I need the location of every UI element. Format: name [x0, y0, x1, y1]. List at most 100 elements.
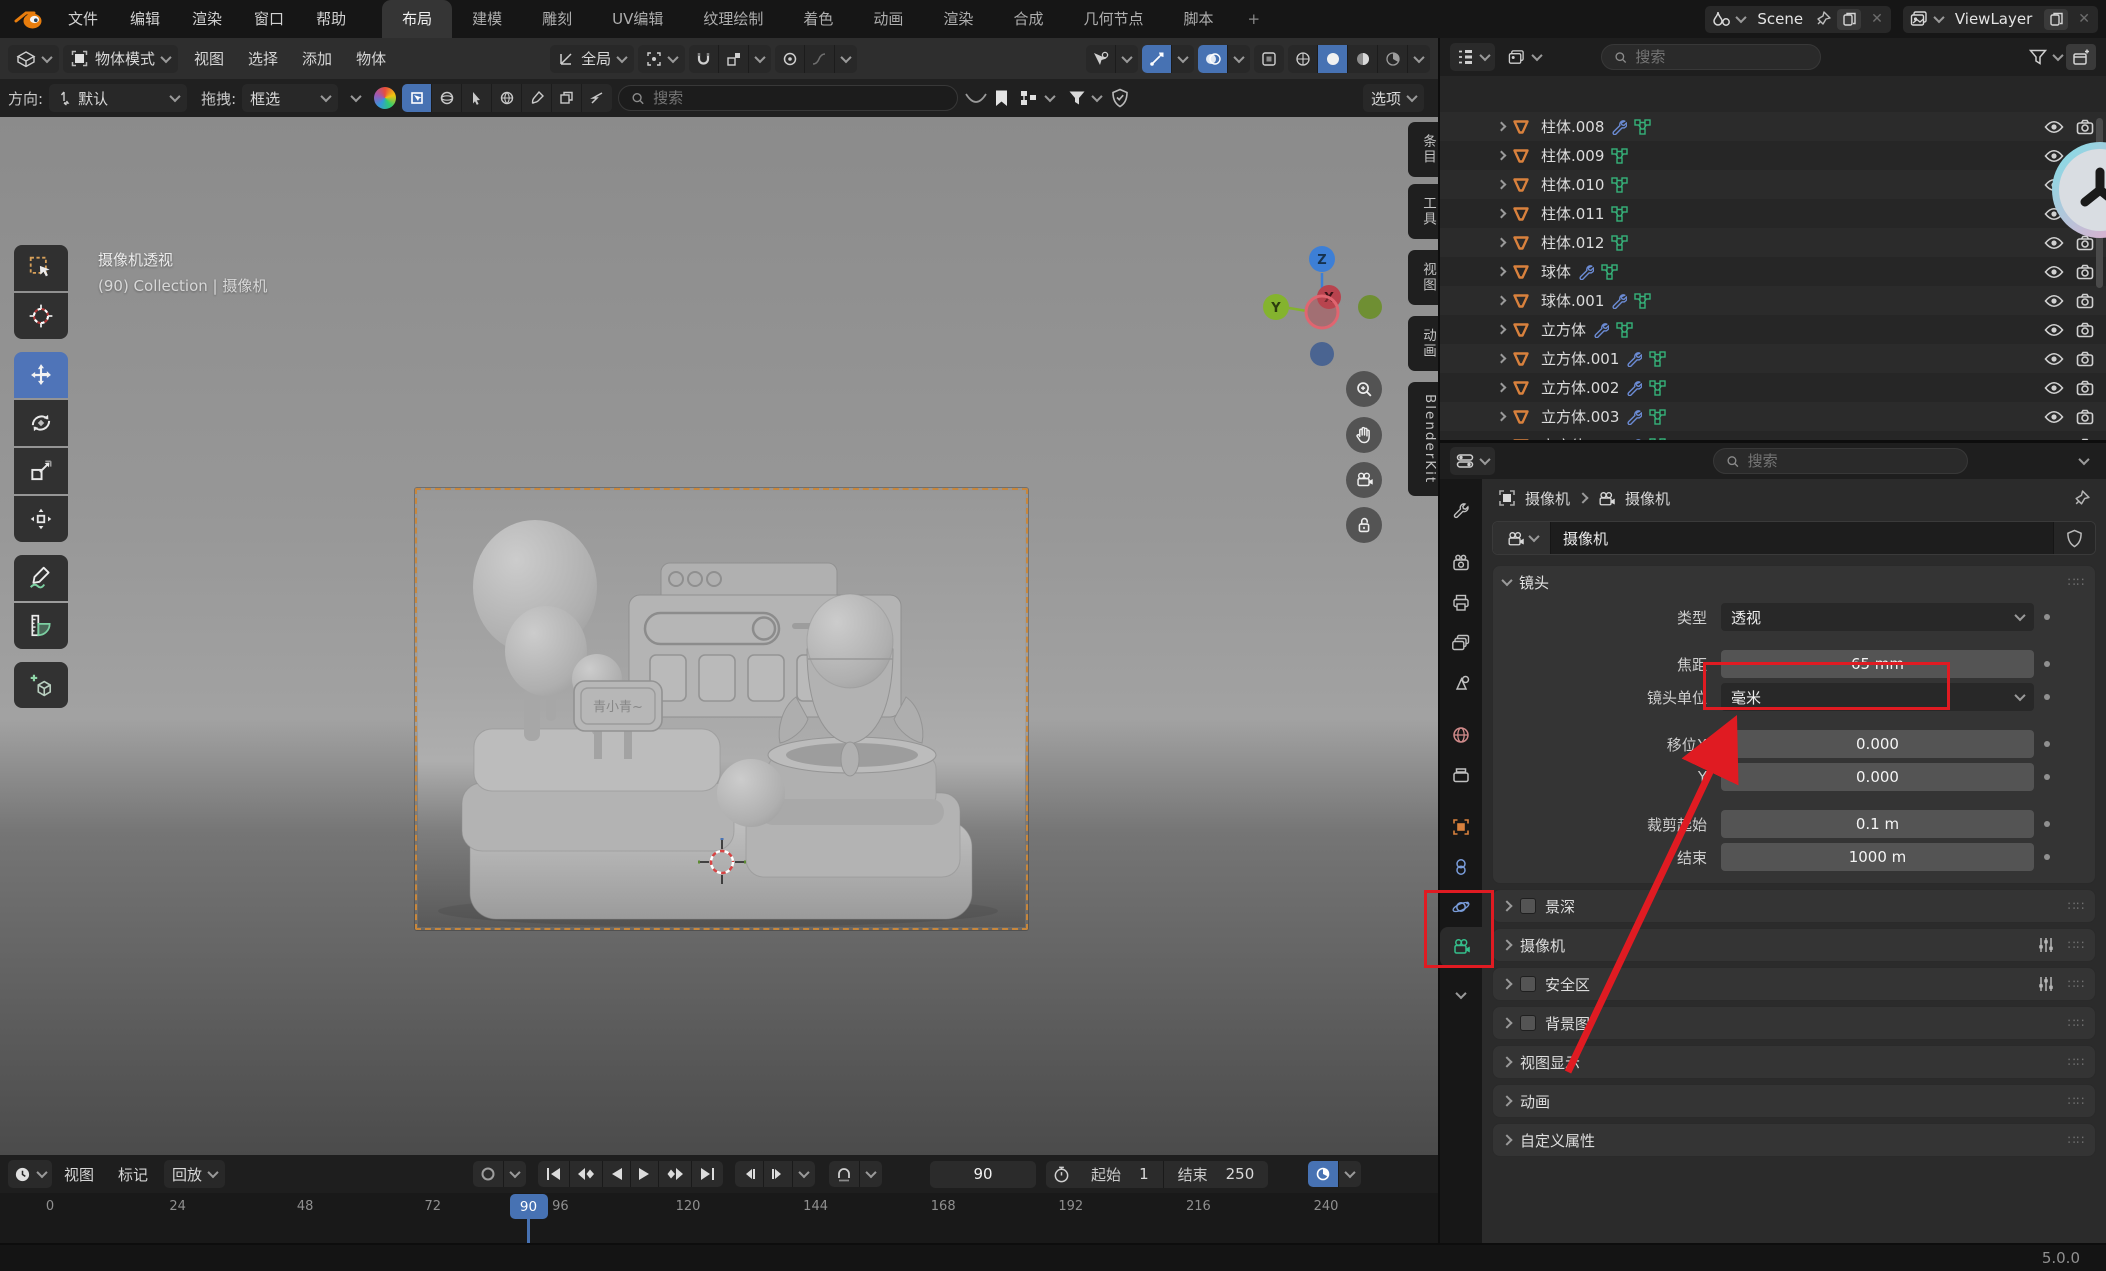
workspace-tab[interactable]: UV编辑 — [592, 0, 683, 38]
solid-shading-icon[interactable] — [1318, 45, 1348, 73]
start-frame-field[interactable]: 起始 1 — [1077, 1161, 1163, 1188]
panel-checkbox[interactable] — [1520, 1015, 1536, 1031]
viewlayer-name[interactable]: ViewLayer — [1949, 10, 2038, 28]
panel-sliders-icon[interactable] — [2038, 937, 2054, 953]
object-name[interactable]: 球体 — [1541, 261, 1571, 282]
panel-grip-icon[interactable]: ∷∷ — [2068, 899, 2085, 913]
properties-editor-type-button[interactable] — [1450, 447, 1495, 475]
expand-chevron-icon[interactable] — [1497, 267, 1507, 277]
use-preview-range-icon[interactable] — [1046, 1161, 1077, 1187]
field-0[interactable]: 透视 — [1721, 603, 2034, 631]
physics-tab-icon[interactable] — [1440, 887, 1482, 927]
outliner-filter-dropdown[interactable] — [2025, 43, 2066, 71]
next-keyframe-button[interactable] — [659, 1161, 691, 1187]
object-name[interactable]: 立方体.003 — [1541, 406, 1619, 427]
expand-chevron-icon[interactable] — [1497, 325, 1507, 335]
proportional-editing-controls[interactable] — [775, 45, 857, 73]
timeline-menu-标记[interactable]: 标记 — [106, 1164, 160, 1185]
auto-keying-controls[interactable] — [473, 1161, 526, 1187]
object-name[interactable]: 柱体.009 — [1541, 145, 1604, 166]
panel-动画[interactable]: 动画 ∷∷ — [1492, 1084, 2096, 1118]
current-frame-field[interactable]: 90 — [930, 1161, 1036, 1188]
play-reverse-button[interactable] — [603, 1161, 630, 1187]
disable-render-camera-icon[interactable] — [2076, 380, 2094, 396]
panel-sliders-icon[interactable] — [2038, 976, 2054, 992]
outliner-row[interactable]: 柱体.010 — [1440, 170, 2106, 199]
chevron-down-icon[interactable] — [1228, 45, 1250, 73]
expand-chevron-icon[interactable] — [1497, 209, 1507, 219]
sidebar-tab-BlenderKit[interactable]: BlenderKit — [1408, 382, 1438, 496]
tweak-pointer-icon[interactable] — [462, 84, 492, 112]
panel-grip-icon[interactable]: ∷∷ — [2068, 1133, 2085, 1147]
panel-grip-icon[interactable]: ∷∷ — [2068, 977, 2085, 991]
field-4[interactable]: 0.000 — [1721, 763, 2034, 791]
color-attribute-icon[interactable] — [374, 87, 396, 109]
hide-eye-icon[interactable] — [2044, 236, 2064, 250]
direction-dropdown[interactable]: 默认 — [49, 84, 187, 112]
id-name-field[interactable]: 摄像机 — [1492, 521, 2096, 555]
scene-selector[interactable]: Scene ✕ — [1705, 6, 1890, 33]
render-tab-icon[interactable] — [1440, 543, 1482, 583]
globe-select-icon[interactable] — [492, 84, 522, 112]
camera-view-button[interactable] — [1346, 462, 1382, 498]
tool-tab-icon[interactable] — [1440, 491, 1482, 531]
selectability-icon[interactable] — [1086, 45, 1116, 73]
sidebar-tab-动画[interactable]: 动画 — [1408, 316, 1438, 371]
outliner-row[interactable]: 柱体.009 — [1440, 141, 2106, 170]
object-tab-icon[interactable] — [1440, 807, 1482, 847]
tool-move-button[interactable] — [14, 352, 68, 398]
panel-grip-icon[interactable]: ∷∷ — [2068, 1016, 2085, 1030]
menu-渲染[interactable]: 渲染 — [176, 0, 238, 38]
outliner-row[interactable]: 立方体.001 — [1440, 344, 2106, 373]
chevron-down-icon[interactable] — [504, 1161, 526, 1187]
add-workspace-button[interactable]: + — [1233, 0, 1274, 38]
menu-编辑[interactable]: 编辑 — [114, 0, 176, 38]
xray-toggle[interactable] — [1254, 45, 1284, 73]
outliner-row[interactable]: 立方体 — [1440, 315, 2106, 344]
panel-grip-icon[interactable]: ∷∷ — [2068, 575, 2085, 589]
expand-chevron-icon[interactable] — [1497, 354, 1507, 364]
tool-rotate-button[interactable] — [14, 400, 68, 446]
animate-decorator-dot[interactable] — [2044, 741, 2050, 747]
outliner-row[interactable]: 柱体.012 — [1440, 228, 2106, 257]
expand-chevron-icon[interactable] — [1497, 412, 1507, 422]
panel-背景图[interactable]: 背景图 ∷∷ — [1492, 1006, 2096, 1040]
previous-keyframe-button[interactable] — [570, 1161, 602, 1187]
material-shading-icon[interactable] — [1348, 45, 1378, 73]
collection-tab-icon[interactable] — [1440, 755, 1482, 795]
3d-viewport[interactable]: 摄像机透视 (90) Collection | 摄像机 — [0, 117, 1438, 1155]
shield-icon[interactable] — [1111, 88, 1129, 108]
sidebar-tab-工具[interactable]: 工具 — [1408, 184, 1438, 239]
outliner-row[interactable]: 立方体.002 — [1440, 373, 2106, 402]
menu-文件[interactable]: 文件 — [52, 0, 114, 38]
playback-sync-icon[interactable] — [1308, 1161, 1338, 1187]
tool-cursor-button[interactable] — [14, 293, 68, 339]
outliner-search[interactable] — [1601, 44, 1821, 70]
sidebar-tab-条目[interactable]: 条目 — [1408, 122, 1438, 177]
field-2[interactable]: 毫米 — [1721, 683, 2034, 711]
new-viewlayer-button[interactable] — [2044, 9, 2068, 30]
end-frame-field[interactable]: 结束 250 — [1163, 1161, 1269, 1188]
hide-eye-icon[interactable] — [2044, 439, 2064, 441]
gizmos-toggle[interactable] — [1142, 45, 1194, 73]
viewport-menu-选择[interactable]: 选择 — [236, 48, 290, 69]
outliner-editor-type-button[interactable] — [1450, 43, 1495, 71]
expand-chevron-icon[interactable] — [1497, 180, 1507, 190]
animate-decorator-dot[interactable] — [2044, 821, 2050, 827]
disable-render-camera-icon[interactable] — [2076, 119, 2094, 135]
chevron-down-icon[interactable] — [1408, 45, 1430, 73]
bookmark-icon[interactable] — [994, 89, 1009, 108]
zoom-button[interactable] — [1346, 371, 1382, 407]
scene-name[interactable]: Scene — [1751, 10, 1809, 28]
fake-user-shield-button[interactable] — [2053, 522, 2095, 554]
workspace-tab[interactable]: 布局 — [382, 0, 452, 38]
xray-icon[interactable] — [1254, 45, 1284, 73]
step-forward-button[interactable] — [764, 1161, 792, 1187]
tree-display-dropdown[interactable] — [1015, 84, 1058, 112]
panel-安全区[interactable]: 安全区 ∷∷ — [1492, 967, 2096, 1001]
panel-grip-icon[interactable]: ∷∷ — [2068, 1094, 2085, 1108]
panel-视图显示[interactable]: 视图显示 ∷∷ — [1492, 1045, 2096, 1079]
options-dropdown[interactable]: 选项 — [1363, 84, 1424, 112]
keying-set-icon[interactable] — [829, 1161, 859, 1187]
workspace-tab[interactable]: 合成 — [993, 0, 1063, 38]
